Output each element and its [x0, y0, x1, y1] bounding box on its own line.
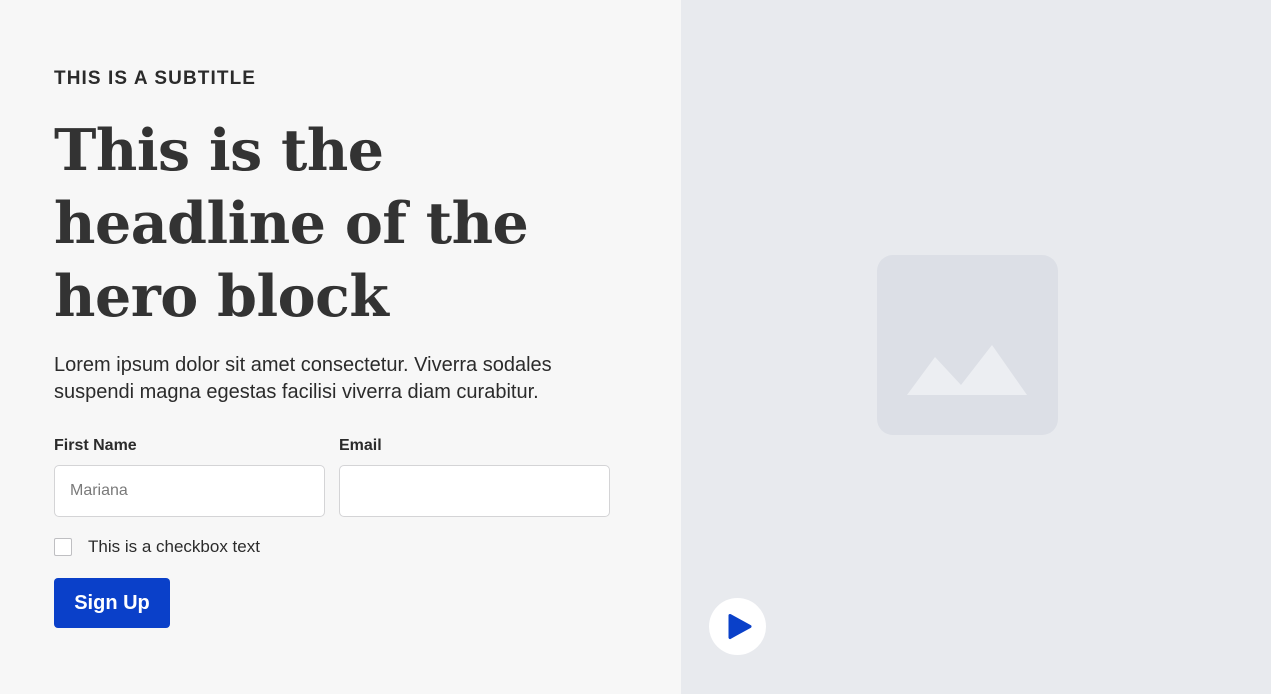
hero-subtitle: THIS IS A SUBTITLE — [54, 68, 257, 89]
checkbox-label: This is a checkbox text — [88, 537, 260, 556]
hero-body-text: Lorem ipsum dolor sit amet consectetur. … — [54, 354, 552, 403]
image-placeholder — [877, 255, 1058, 435]
first-name-label: First Name — [54, 437, 137, 454]
play-icon — [728, 614, 752, 639]
play-button[interactable] — [709, 598, 766, 655]
sign-up-button[interactable]: Sign Up — [54, 578, 170, 628]
hero-headline: This is the headline of the hero block — [54, 114, 574, 333]
email-input[interactable] — [339, 465, 610, 517]
email-label: Email — [339, 437, 382, 454]
signup-checkbox[interactable] — [54, 538, 72, 556]
hero-content-panel: THIS IS A SUBTITLE This is the headline … — [0, 0, 681, 694]
first-name-input[interactable] — [54, 465, 325, 517]
image-placeholder-icon — [907, 345, 1027, 395]
headline-line: hero block — [54, 263, 389, 330]
headline-line: This is the — [54, 117, 384, 184]
headline-line: headline of the — [54, 190, 529, 257]
